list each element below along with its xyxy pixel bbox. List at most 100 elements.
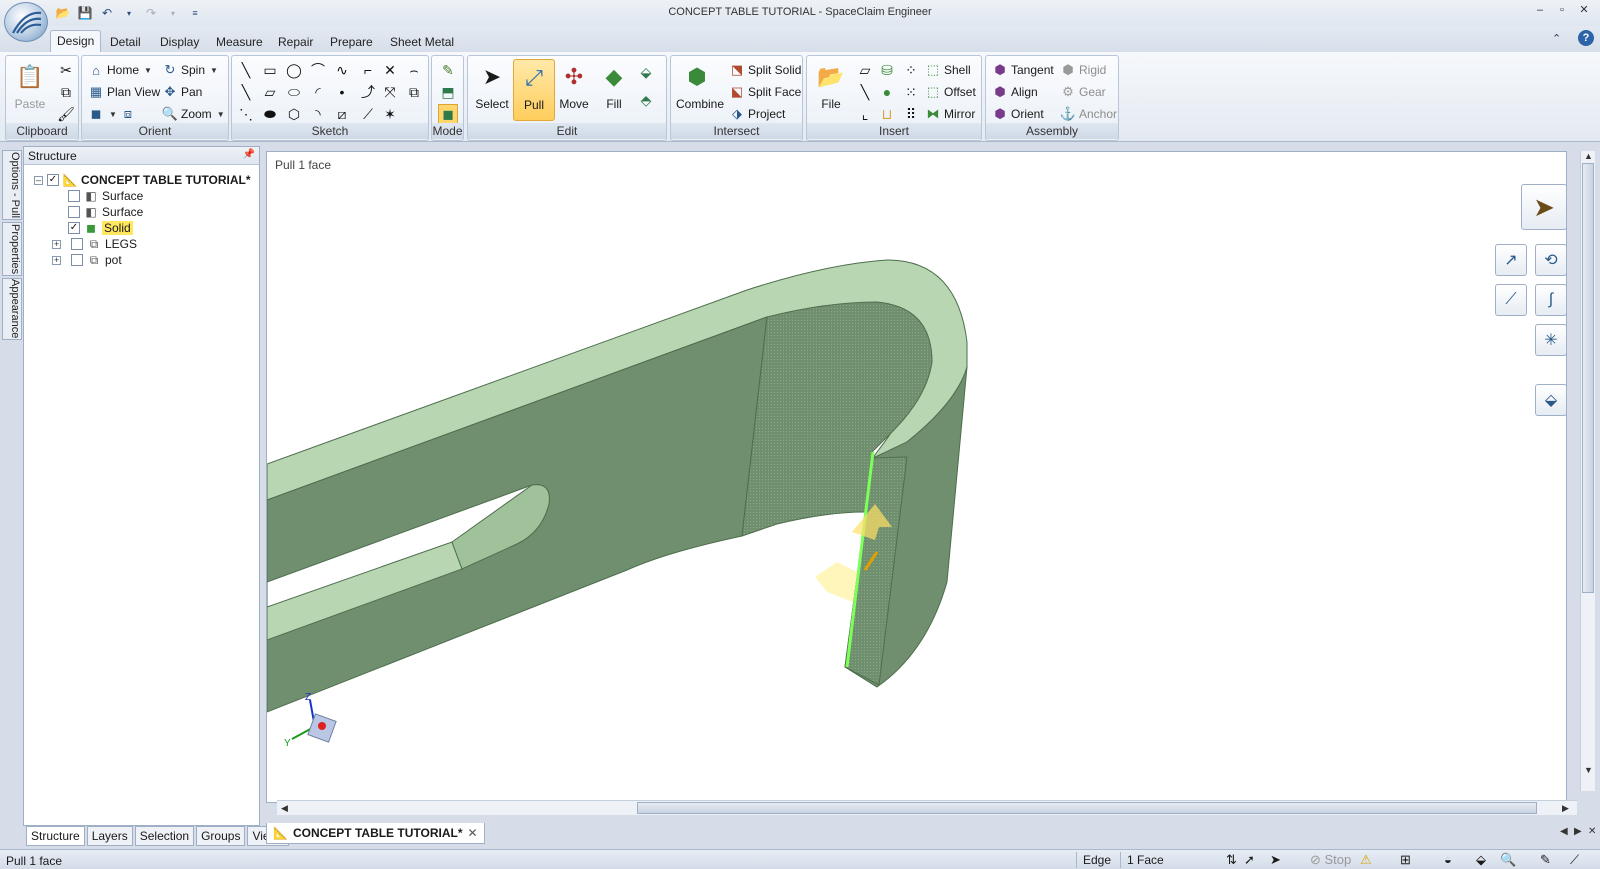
tab-measure[interactable]: Measure [210, 32, 269, 52]
scale-icon[interactable]: ✶ [380, 104, 400, 124]
sketch-mode-icon[interactable]: ✎ [438, 60, 458, 80]
trim-icon[interactable]: ✕ [380, 60, 400, 80]
collapse-ribbon-icon[interactable]: ⌃ [1552, 32, 1561, 45]
select-tool-arrow-icon[interactable]: ➤ [1521, 184, 1566, 230]
insert-file-button[interactable]: 📂 File [810, 59, 852, 121]
view-style-icon[interactable]: ⊞ [1400, 852, 1411, 868]
tab-design[interactable]: Design [50, 30, 102, 52]
help-icon[interactable]: ? [1578, 30, 1594, 46]
collapse-icon[interactable]: – [34, 175, 43, 185]
tree-item-pot[interactable]: + ⧉ pot [52, 252, 122, 268]
point-icon[interactable]: • [332, 82, 352, 102]
polygon-icon[interactable]: ▱ [260, 82, 280, 102]
section-mode-icon[interactable]: ⬒ [438, 82, 458, 102]
pencil-icon[interactable]: ✎ [1540, 852, 1551, 868]
updown-icon[interactable]: ⇅ [1226, 852, 1237, 868]
move-button[interactable]: ✣ Move [553, 59, 595, 121]
document-tab[interactable]: 📐 CONCEPT TABLE TUTORIAL* ✕ [266, 823, 485, 844]
tab-prepare[interactable]: Prepare [324, 32, 379, 52]
visibility-checkbox[interactable] [71, 238, 83, 250]
split-curve-icon[interactable]: ⟋ [358, 104, 378, 124]
shell-button[interactable]: ⬚ Shell [925, 60, 971, 80]
vertical-scrollbar[interactable]: ▲ ▼ [1580, 151, 1595, 791]
sketch-plane-icon[interactable]: ⧄ [332, 104, 352, 124]
sphere-icon[interactable]: ● [877, 82, 897, 102]
previous-document-icon[interactable]: ◀ [1560, 826, 1568, 837]
ellipse-icon[interactable]: ⬭ [284, 82, 304, 102]
revolve-icon[interactable]: ⟲ [1535, 244, 1566, 276]
offset-curve-icon[interactable]: ⤴ [358, 82, 378, 102]
tree-item-surface[interactable]: ◧ Surface [68, 204, 143, 220]
tree-item-legs[interactable]: + ⧉ LEGS [52, 236, 137, 252]
visibility-checkbox[interactable]: ✓ [47, 174, 59, 186]
scroll-up-icon[interactable]: ▲ [1584, 151, 1593, 161]
zoom-icon[interactable]: 🔍 [1500, 852, 1516, 868]
close-icon[interactable]: ✕ [468, 826, 478, 840]
hexagon-icon[interactable]: ⬡ [284, 104, 304, 124]
tab-appearance[interactable]: Appearance [2, 278, 22, 340]
spline-icon[interactable]: ∿ [332, 60, 352, 80]
select-button[interactable]: ➤ Select [471, 59, 513, 121]
split-face-button[interactable]: ⬕ Split Face [729, 82, 802, 102]
model-render[interactable]: Z Y [267, 152, 1567, 803]
tangent-line-icon[interactable]: ╲ [236, 82, 256, 102]
tab-detail[interactable]: Detail [104, 32, 147, 52]
copy-curve-icon[interactable]: ⧉ [404, 82, 424, 102]
zoom-button[interactable]: 🔍 Zoom ▼ [162, 104, 225, 124]
tree-root[interactable]: – ✓ 📐 CONCEPT TABLE TUTORIAL* [34, 172, 251, 188]
render-icon[interactable]: ◒ [1444, 852, 1452, 867]
home-button[interactable]: ⌂ Home ▼ [88, 60, 152, 80]
close-document-icon[interactable]: ✕ [1588, 826, 1596, 837]
restore-button[interactable]: ▫ [1552, 2, 1572, 18]
visibility-checkbox[interactable]: ✓ [68, 222, 80, 234]
combine-button[interactable]: ⬢ Combine [676, 59, 724, 121]
plane-icon[interactable]: ▱ [855, 60, 875, 80]
anchor-button[interactable]: ⚓ Anchor [1060, 104, 1117, 124]
sweep-icon[interactable]: ⟋ [1495, 284, 1527, 316]
sweep-arc-icon[interactable]: ◜ [308, 82, 328, 102]
tab-display[interactable]: Display [154, 32, 205, 52]
scale-body-icon[interactable]: ✳ [1535, 324, 1566, 356]
warning-icon[interactable]: ⚠ [1360, 852, 1372, 868]
replace-icon[interactable]: ⬘ [636, 90, 656, 110]
pin-icon[interactable]: 📌 [243, 149, 255, 160]
rectangle-icon[interactable]: ▭ [260, 60, 280, 80]
construction-line-icon[interactable]: ⋱ [236, 104, 256, 124]
tab-repair[interactable]: Repair [272, 32, 319, 52]
tangent-button[interactable]: ⬢ Tangent [992, 60, 1053, 80]
gear-button[interactable]: ⚙ Gear [1060, 82, 1106, 102]
project-curve-icon[interactable]: ⤧ [380, 82, 400, 102]
scroll-down-icon[interactable]: ▼ [1584, 765, 1593, 775]
3d-mode-icon[interactable]: ◼ [438, 104, 458, 124]
expand-icon[interactable]: + [52, 255, 61, 265]
fill-button[interactable]: ◆ Fill [593, 59, 635, 121]
cursor-icon[interactable]: ➤ [1270, 852, 1281, 868]
pull-direction-icon[interactable]: ↗ [1495, 244, 1527, 276]
tree-item-solid[interactable]: ✓ ◼ Solid [68, 220, 133, 236]
orient-button[interactable]: ⬢ Orient [992, 104, 1043, 124]
bracket-icon[interactable]: ⊔ [877, 104, 897, 124]
measure-icon[interactable]: ⟋ [1570, 852, 1579, 868]
scroll-left-icon[interactable]: ◀ [281, 803, 288, 814]
offset-button[interactable]: ⬚ Offset [925, 82, 976, 102]
circle-icon[interactable]: ◯ [284, 60, 304, 80]
select-arrow-icon[interactable]: ➚ [1244, 852, 1255, 868]
visibility-checkbox[interactable] [68, 190, 80, 202]
line-icon[interactable]: ╲ [236, 60, 256, 80]
visibility-checkbox[interactable] [68, 206, 80, 218]
pan-button[interactable]: ✥ Pan [162, 82, 203, 102]
corner-icon[interactable]: ⌐ [358, 60, 378, 80]
tab-properties[interactable]: Properties [2, 222, 22, 276]
cylinder-icon[interactable]: ⛁ [877, 60, 897, 80]
3d-viewport[interactable]: Z Y Pull 1 face ➤ ↗ ⟲ ⟋ ∫ ✳ ⬙ [266, 151, 1567, 803]
app-logo[interactable] [4, 2, 48, 42]
close-button[interactable]: ✕ [1574, 2, 1594, 18]
horizontal-scroll-thumb[interactable] [637, 802, 1537, 814]
expand-icon[interactable]: + [52, 239, 61, 249]
axis-icon[interactable]: ╲ [855, 82, 875, 102]
origin-icon[interactable]: ⌞ [855, 104, 875, 124]
tab-selection[interactable]: Selection [134, 826, 195, 846]
tab-structure[interactable]: Structure [26, 826, 85, 846]
plan-view-button[interactable]: ▦ Plan View [88, 82, 160, 102]
tab-groups[interactable]: Groups [196, 826, 246, 846]
